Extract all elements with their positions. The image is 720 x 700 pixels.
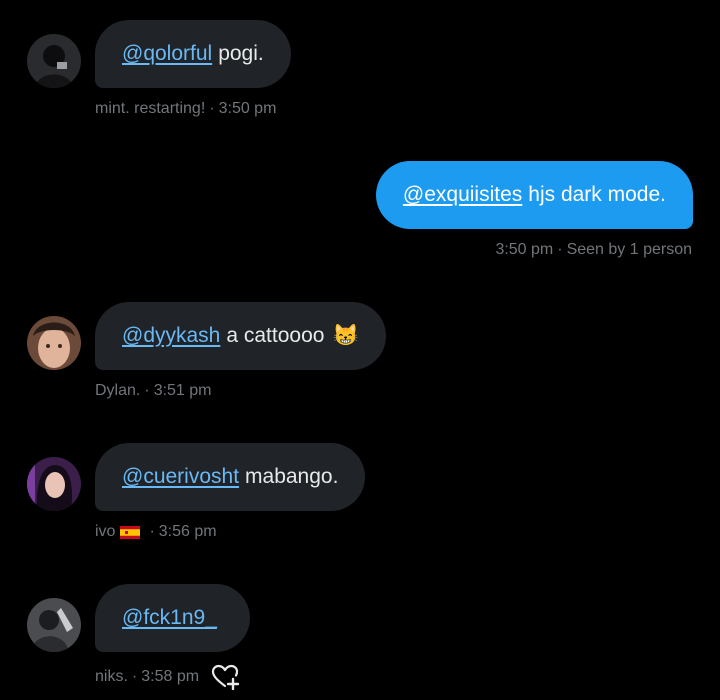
timestamp: 3:50 pm [218, 100, 277, 117]
spain-flag-icon [120, 525, 141, 539]
mention-link[interactable]: @exquiisites [403, 183, 522, 207]
message-bubble[interactable]: @fck1n9_ [95, 584, 250, 652]
sender-name: Dylan. [95, 382, 141, 399]
avatar[interactable] [27, 34, 81, 88]
heart-plus-icon[interactable] [211, 664, 241, 690]
message-bubble[interactable]: @qolorful pogi. [95, 20, 291, 88]
timestamp: 3:50 pm [495, 241, 554, 258]
avatar[interactable] [27, 457, 81, 511]
avatar[interactable] [27, 598, 81, 652]
mention-link[interactable]: @qolorful [122, 42, 212, 66]
cat-emoji-icon: 😸 [332, 324, 359, 347]
mention-link[interactable]: @cuerivosht [122, 465, 239, 489]
sender-name: ivo [95, 523, 116, 540]
separator: · [131, 668, 138, 685]
message-meta: mint. restarting! · 3:50 pm [95, 100, 276, 118]
message-meta: 3:50 pm · Seen by 1 person [495, 241, 692, 259]
timestamp: 3:58 pm [141, 668, 200, 685]
timestamp: 3:56 pm [158, 523, 217, 540]
message-bubble-outgoing[interactable]: @exquiisites hjs dark mode. [375, 161, 693, 229]
separator: · [209, 100, 215, 117]
separator: · [149, 523, 155, 540]
message-meta: niks. · 3:58 pm [95, 664, 241, 690]
message-bubble[interactable]: @cuerivosht mabango. [95, 443, 366, 511]
message-meta: ivo · 3:56 pm [95, 523, 217, 541]
message-text: mabango. [245, 465, 339, 488]
mention-link[interactable]: @fck1n9_ [122, 606, 217, 630]
message-text: a cattoooo [226, 324, 325, 347]
message-meta: Dylan. · 3:51 pm [95, 382, 212, 400]
mention-link[interactable]: @dyykash [122, 324, 220, 348]
avatar[interactable] [27, 316, 81, 370]
seen-status: Seen by 1 person [566, 241, 692, 258]
message-text: hjs dark mode. [528, 183, 666, 206]
separator: · [144, 382, 150, 399]
sender-name: mint. restarting! [95, 100, 206, 117]
separator: · [557, 241, 563, 258]
message-bubble[interactable]: @dyykash a cattoooo 😸 [95, 302, 386, 370]
timestamp: 3:51 pm [153, 382, 212, 399]
sender-name: niks. [95, 668, 128, 685]
message-text: pogi. [218, 42, 264, 65]
